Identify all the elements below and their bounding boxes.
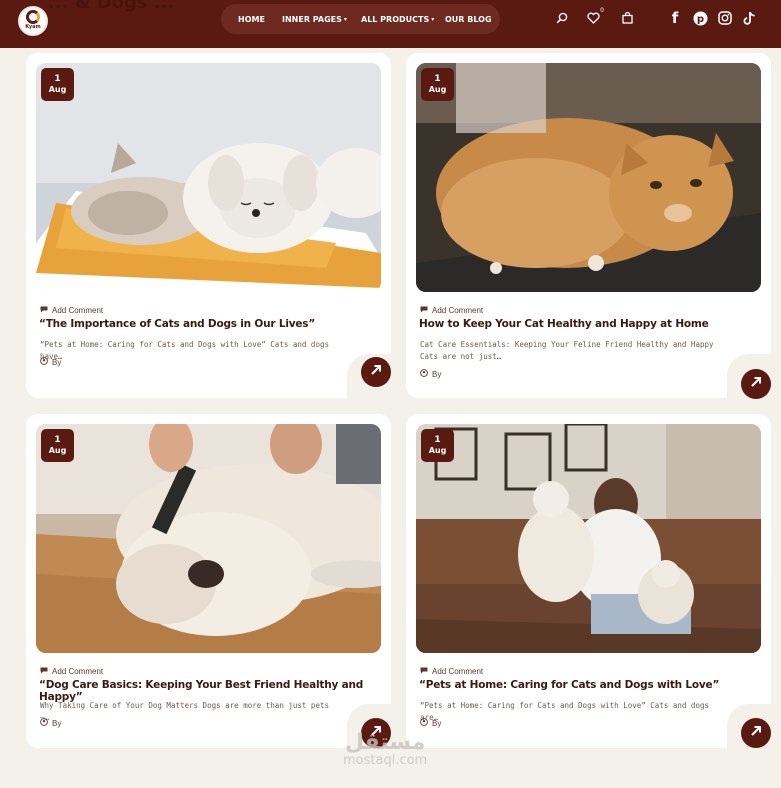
post-excerpt: Why Taking Care of Your Dog Matters Dogs… bbox=[40, 701, 329, 722]
date-month: Aug bbox=[428, 446, 447, 455]
arrow-up-right-icon bbox=[750, 724, 762, 742]
post-image-cat-and-puppy[interactable]: 1 Aug bbox=[36, 63, 381, 292]
search-icon[interactable] bbox=[554, 10, 570, 26]
nav-inner-pages[interactable]: INNER PAGES ▾ bbox=[282, 15, 361, 24]
dog-being-brushed-photo bbox=[36, 424, 381, 653]
post-date-badge: 1 Aug bbox=[41, 68, 74, 101]
add-comment-link[interactable]: Add Comment bbox=[40, 667, 103, 676]
date-day: 1 bbox=[434, 74, 441, 84]
user-icon bbox=[420, 718, 428, 728]
user-icon bbox=[40, 357, 48, 367]
post-author: By bbox=[420, 718, 441, 728]
date-day: 1 bbox=[54, 435, 61, 445]
shopping-bag-icon[interactable] bbox=[619, 10, 635, 26]
date-month: Aug bbox=[48, 446, 67, 455]
add-comment-label: Add Comment bbox=[52, 667, 104, 676]
comment-icon bbox=[420, 667, 428, 676]
nav-home-label: HOME bbox=[238, 14, 265, 24]
add-comment-label: Add Comment bbox=[432, 306, 484, 315]
svg-text:p: p bbox=[696, 14, 703, 25]
comment-icon bbox=[420, 306, 428, 315]
post-author: By bbox=[40, 718, 61, 728]
author-label: By bbox=[52, 718, 62, 728]
user-icon bbox=[420, 369, 428, 379]
comment-icon bbox=[40, 306, 48, 315]
site-header: ... & Dogs ... Kyam HOME INNER PAGES ▾ AL… bbox=[0, 0, 781, 48]
post-author: By bbox=[40, 357, 61, 367]
arrow-up-right-icon bbox=[370, 363, 382, 381]
instagram-icon[interactable] bbox=[717, 10, 733, 26]
post-title[interactable]: “The Importance of Cats and Dogs in Our … bbox=[39, 318, 369, 330]
pinterest-icon[interactable]: p bbox=[692, 10, 708, 26]
nav-all-products-label: ALL PRODUCTS bbox=[361, 14, 430, 24]
watermark-arabic: مستقل bbox=[344, 730, 426, 755]
nav-our-blog-label: OUR BLOG bbox=[445, 14, 492, 24]
comment-icon bbox=[40, 667, 48, 676]
add-comment-label: Add Comment bbox=[52, 306, 104, 315]
girl-hugging-dogs-photo bbox=[416, 424, 761, 653]
date-day: 1 bbox=[434, 435, 441, 445]
add-comment-link[interactable]: Add Comment bbox=[40, 306, 103, 315]
post-title[interactable]: How to Keep Your Cat Healthy and Happy a… bbox=[419, 318, 749, 330]
tiktok-icon[interactable] bbox=[742, 10, 758, 26]
post-image-dog-brushed[interactable]: 1 Aug bbox=[36, 424, 381, 653]
logo-mark bbox=[26, 9, 40, 24]
author-label: By bbox=[432, 718, 442, 728]
wishlist-count: 0 bbox=[600, 7, 604, 14]
nav-our-blog[interactable]: OUR BLOG bbox=[445, 15, 492, 24]
blog-card: 1 Aug Add Comment How to Keep Your Cat H… bbox=[406, 53, 771, 399]
chevron-down-icon: ▾ bbox=[343, 15, 347, 23]
post-excerpt: “Pets at Home: Caring for Cats and Dogs … bbox=[420, 701, 709, 722]
add-comment-link[interactable]: Add Comment bbox=[420, 306, 483, 315]
arrow-up-right-icon bbox=[750, 375, 762, 393]
main-nav: HOME INNER PAGES ▾ ALL PRODUCTS ▾ OUR BLOG bbox=[221, 4, 500, 34]
mostaql-watermark: مستقل mostaql.com bbox=[343, 732, 427, 768]
ginger-cat-photo bbox=[416, 63, 761, 292]
add-comment-label: Add Comment bbox=[432, 667, 484, 676]
blog-card: 1 Aug Add Comment “The Importance of Cat… bbox=[26, 53, 391, 398]
post-author: By bbox=[420, 369, 441, 379]
watermark-latin: mostaql.com bbox=[343, 753, 428, 768]
site-logo[interactable]: Kyam bbox=[18, 6, 48, 36]
post-excerpt: Cat Care Essentials: Keeping Your Feline… bbox=[420, 340, 714, 361]
post-date-badge: 1 Aug bbox=[421, 68, 454, 101]
blog-card: 1 Aug Add Comment “Pets at Home: Caring … bbox=[406, 414, 771, 748]
post-date-badge: 1 Aug bbox=[421, 429, 454, 462]
post-date-badge: 1 Aug bbox=[41, 429, 74, 462]
author-label: By bbox=[432, 369, 442, 379]
user-icon bbox=[40, 718, 48, 728]
post-title[interactable]: “Pets at Home: Caring for Cats and Dogs … bbox=[419, 679, 749, 691]
post-image-girl-with-dogs[interactable]: 1 Aug bbox=[416, 424, 761, 653]
nav-all-products[interactable]: ALL PRODUCTS ▾ bbox=[361, 15, 445, 24]
read-more-button[interactable] bbox=[741, 369, 771, 399]
author-label: By bbox=[52, 357, 62, 367]
cat-and-puppy-photo bbox=[36, 63, 381, 292]
chevron-down-icon: ▾ bbox=[431, 15, 435, 23]
logo-text: Kyam bbox=[25, 23, 41, 30]
read-more-button[interactable] bbox=[361, 357, 391, 387]
date-day: 1 bbox=[54, 74, 61, 84]
date-month: Aug bbox=[428, 85, 447, 94]
wishlist-heart-icon[interactable]: 0 bbox=[585, 7, 604, 26]
nav-inner-pages-label: INNER PAGES bbox=[282, 14, 342, 24]
post-excerpt: “Pets at Home: Caring for Cats and Dogs … bbox=[40, 340, 329, 361]
blog-card: 1 Aug Add Comment “Dog Care Basics: Keep… bbox=[26, 414, 391, 748]
facebook-icon[interactable]: f bbox=[667, 9, 683, 27]
post-image-ginger-cat[interactable]: 1 Aug bbox=[416, 63, 761, 292]
date-month: Aug bbox=[48, 85, 67, 94]
add-comment-link[interactable]: Add Comment bbox=[420, 667, 483, 676]
section-heading-partial: ... & Dogs ... bbox=[48, 0, 175, 13]
nav-home[interactable]: HOME bbox=[238, 15, 282, 24]
read-more-button[interactable] bbox=[741, 718, 771, 748]
